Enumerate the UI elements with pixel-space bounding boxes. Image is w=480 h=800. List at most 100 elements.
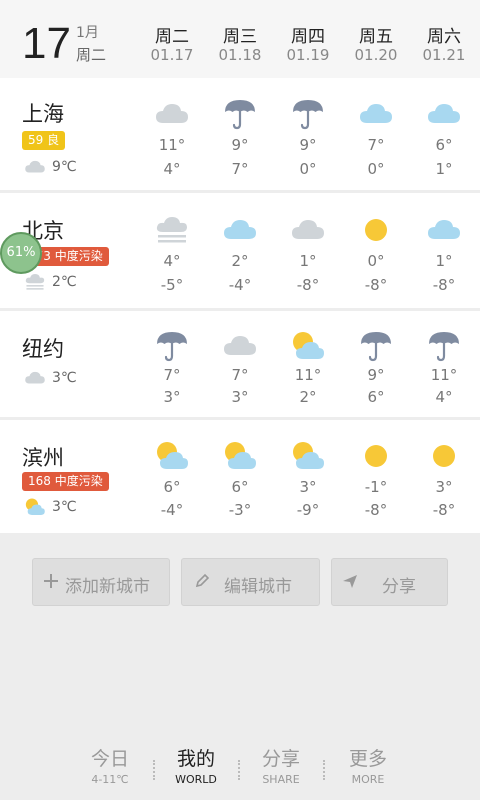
pencil-icon bbox=[195, 573, 210, 588]
umbrella-icon bbox=[361, 332, 391, 362]
forecast-date-label: 01.17 bbox=[150, 46, 194, 64]
current-temp: 3℃ bbox=[52, 370, 77, 386]
sun-icon bbox=[433, 445, 455, 467]
city-name: 滨州 bbox=[22, 446, 64, 470]
high-temp: 9° bbox=[367, 366, 385, 384]
forecast-day-label: 周三 bbox=[223, 27, 257, 47]
high-temp: 7° bbox=[163, 366, 181, 384]
weather-app: 17 1月 周二 上海 59 良 9℃ 北京 173 中度污染 2℃ 纽约 3℃… bbox=[0, 0, 480, 800]
aqi-badge: 168 中度污染 bbox=[22, 472, 109, 491]
low-temp: -8° bbox=[432, 501, 456, 519]
nav-divider bbox=[238, 760, 240, 780]
edit-city-button[interactable]: 编辑城市 bbox=[181, 558, 320, 606]
high-temp: 9° bbox=[231, 136, 249, 154]
forecast-day-label: 周四 bbox=[291, 27, 325, 47]
high-temp: 9° bbox=[299, 136, 317, 154]
low-temp: 7° bbox=[231, 160, 249, 178]
current-temp: 9℃ bbox=[52, 159, 77, 175]
forecast-date-label: 01.19 bbox=[286, 46, 330, 64]
nav-label: 分享 bbox=[261, 748, 300, 770]
cloud-icon bbox=[292, 220, 324, 239]
high-temp: 11° bbox=[158, 136, 186, 154]
cloud-blue-icon bbox=[360, 104, 392, 123]
low-temp: -5° bbox=[160, 276, 184, 294]
sun-icon bbox=[365, 219, 387, 241]
low-temp: -8° bbox=[432, 276, 456, 294]
umbrella-icon bbox=[225, 100, 255, 130]
sun-cloud-icon bbox=[293, 442, 324, 469]
high-temp: 3° bbox=[299, 478, 317, 496]
nav-world[interactable]: 我的 WORLD bbox=[156, 744, 236, 786]
share-button[interactable]: 分享 bbox=[331, 558, 448, 606]
current-temp: 3℃ bbox=[52, 499, 77, 515]
city-name: 纽约 bbox=[22, 337, 64, 361]
cloud-icon bbox=[224, 336, 256, 355]
forecast-day-label: 周五 bbox=[359, 27, 393, 47]
cloud-blue-icon bbox=[428, 104, 460, 123]
umbrella-icon bbox=[293, 100, 323, 130]
high-temp: 6° bbox=[435, 136, 453, 154]
low-temp: 4° bbox=[435, 388, 453, 406]
high-temp: 11° bbox=[430, 366, 458, 384]
umbrella-icon bbox=[429, 332, 459, 362]
nav-today[interactable]: 今日 4-11℃ bbox=[70, 744, 150, 786]
aqi-badge: 59 良 bbox=[22, 131, 66, 150]
cloud-icon bbox=[25, 371, 45, 384]
cloud-blue-icon bbox=[224, 220, 256, 239]
forecast-day-label: 周二 bbox=[155, 27, 189, 47]
high-temp: 6° bbox=[231, 478, 249, 496]
low-temp: -3° bbox=[228, 501, 252, 519]
high-temp: 0° bbox=[367, 252, 385, 270]
nav-sub: WORLD bbox=[175, 773, 217, 786]
current-temp: 2℃ bbox=[52, 274, 77, 290]
high-temp: 1° bbox=[435, 252, 453, 270]
low-temp: 1° bbox=[435, 160, 453, 178]
nav-label: 更多 bbox=[348, 748, 387, 770]
sun-icon bbox=[365, 445, 387, 467]
low-temp: 3° bbox=[163, 388, 181, 406]
fog-icon bbox=[25, 274, 45, 290]
low-temp: 0° bbox=[367, 160, 385, 178]
share-label: 分享 bbox=[382, 577, 416, 597]
cloud-blue-icon bbox=[428, 220, 460, 239]
high-temp: 7° bbox=[231, 366, 249, 384]
nav-share[interactable]: 分享 SHARE bbox=[241, 744, 321, 786]
nav-label: 我的 bbox=[176, 748, 215, 770]
sun-cloud-icon bbox=[293, 332, 324, 359]
nav-divider bbox=[323, 760, 325, 780]
city-name: 上海 bbox=[22, 102, 64, 126]
edit-city-label: 编辑城市 bbox=[224, 577, 292, 597]
today-weekday: 周二 bbox=[76, 46, 107, 64]
high-temp: 3° bbox=[435, 478, 453, 496]
add-city-label: 添加新城市 bbox=[65, 577, 150, 597]
plus-icon bbox=[44, 574, 58, 588]
low-temp: 6° bbox=[367, 388, 385, 406]
low-temp: -9° bbox=[296, 501, 320, 519]
sun-cloud-icon bbox=[25, 498, 45, 515]
low-temp: 3° bbox=[231, 388, 249, 406]
nav-sub: MORE bbox=[351, 773, 385, 786]
sun-cloud-icon bbox=[157, 442, 188, 469]
high-temp: 6° bbox=[163, 478, 181, 496]
sun-cloud-icon bbox=[225, 442, 256, 469]
fog-icon bbox=[156, 217, 187, 243]
nav-more[interactable]: 更多 MORE bbox=[328, 744, 408, 786]
umbrella-icon bbox=[157, 332, 187, 362]
cloud-icon bbox=[25, 160, 45, 173]
forecast-date-label: 01.18 bbox=[218, 46, 262, 64]
nav-divider bbox=[153, 760, 155, 780]
high-temp: 11° bbox=[294, 366, 322, 384]
forecast-date-label: 01.20 bbox=[354, 46, 398, 64]
nav-sub: 4-11℃ bbox=[91, 773, 129, 786]
low-temp: -4° bbox=[160, 501, 184, 519]
nav-sub: SHARE bbox=[262, 773, 300, 786]
low-temp: 0° bbox=[299, 160, 317, 178]
high-temp: 4° bbox=[163, 252, 181, 270]
add-city-button[interactable]: 添加新城市 bbox=[32, 558, 170, 606]
low-temp: -8° bbox=[296, 276, 320, 294]
forecast-date-label: 01.21 bbox=[422, 46, 466, 64]
low-temp: 4° bbox=[163, 160, 181, 178]
today-month: 1月 bbox=[76, 25, 99, 41]
floating-percent-bubble[interactable]: 61% bbox=[0, 232, 42, 274]
send-icon bbox=[343, 575, 357, 588]
